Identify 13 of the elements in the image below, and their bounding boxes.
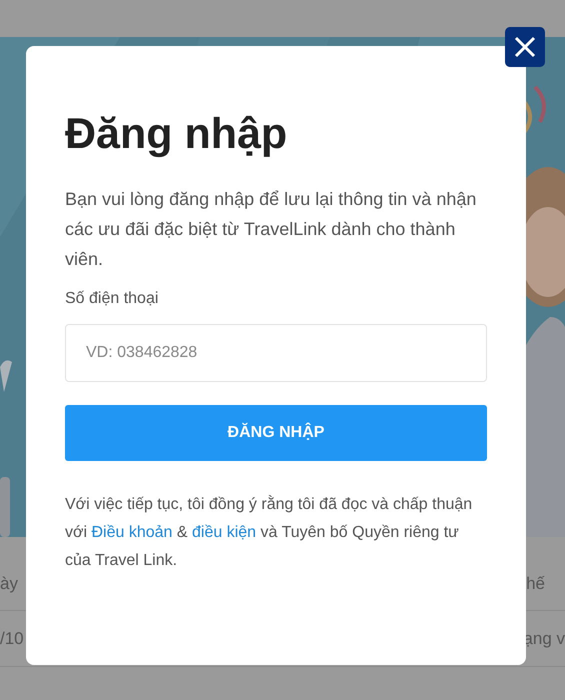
field-label: Số điện thoại bbox=[65, 289, 160, 309]
login-button[interactable]: ĐĂNG NHẬP bbox=[65, 405, 487, 461]
table-header: hế bbox=[526, 572, 545, 595]
terms-link[interactable]: Điều khoản bbox=[92, 524, 172, 541]
table-cell-text: /10 bbox=[0, 628, 24, 650]
terms-link[interactable]: điều kiện bbox=[192, 524, 256, 541]
close-button[interactable] bbox=[505, 27, 545, 67]
dialog-description: Bạn vui lòng đăng nhập để lưu lại thông tin và nhận các ưu đãi đặc biệt từ TravelLink dành cho thành viên. bbox=[65, 188, 478, 271]
phone-input-field[interactable]: VD: 038462828 bbox=[65, 324, 487, 382]
close-icon bbox=[514, 36, 536, 58]
dialog-title: Đăng nhập bbox=[65, 109, 288, 160]
table-header: ày bbox=[0, 572, 18, 595]
terms-text: Với việc tiếp tục, tôi đồng ý rằng tôi đã đọc và chấp thuận với Điều khoản & điều kiện và Tuyên bố Quyền riêng tư của Travel Link. bbox=[65, 494, 474, 571]
